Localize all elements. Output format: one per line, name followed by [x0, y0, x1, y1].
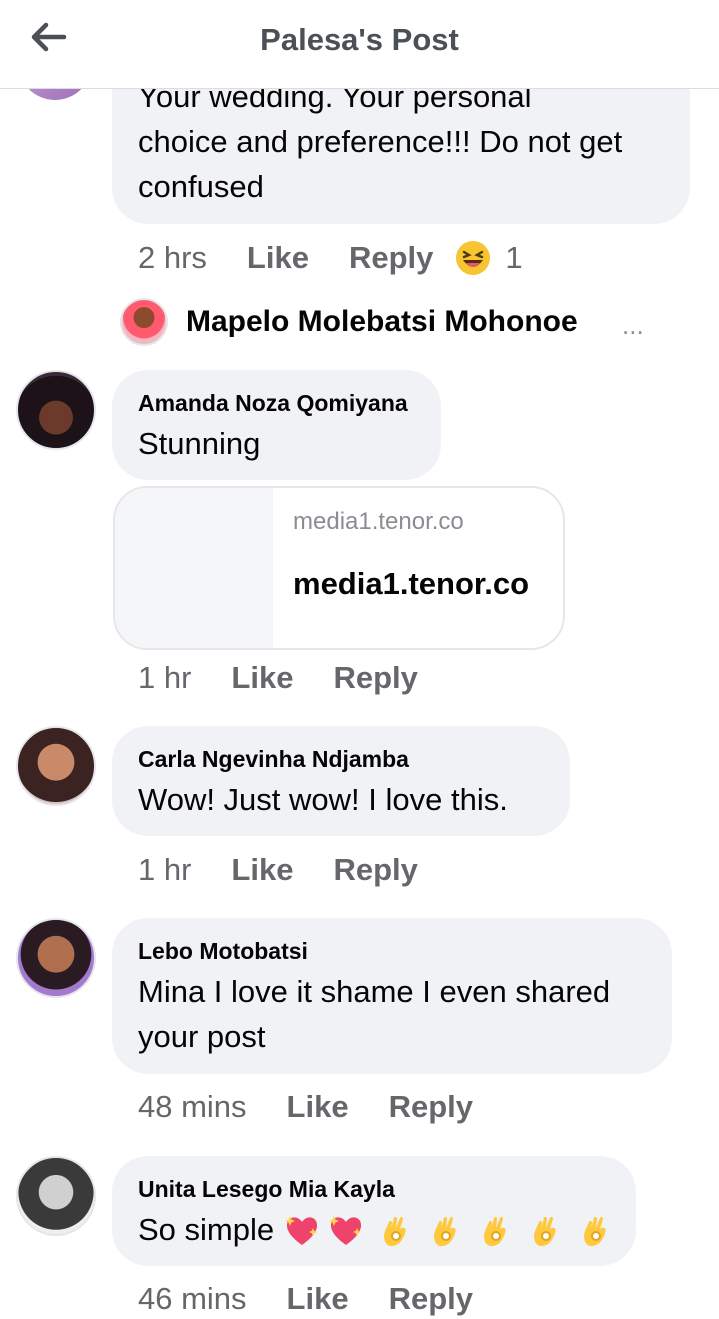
comment-bubble: Unita Lesego Mia Kayla So simple: [112, 1156, 636, 1266]
sparkling-heart-emoji: [329, 1215, 362, 1245]
comment-bubble: Lebo Motobatsi Mina I love it shame I ev…: [112, 918, 672, 1074]
comment-text: Wow! Just wow! I love this.: [138, 782, 508, 817]
like-button[interactable]: Like: [247, 240, 309, 276]
emoji-row: [282, 1210, 616, 1250]
comment-actions: 1 hr Like Reply: [138, 660, 418, 696]
ok-hand-emoji: [584, 1216, 606, 1246]
comment-bubble: Carla Ngevinha Ndjamba Wow! Just wow! I …: [112, 726, 570, 836]
like-button[interactable]: Like: [287, 1281, 349, 1317]
ok-hand-emoji: [434, 1216, 456, 1246]
timestamp: 1 hr: [138, 660, 192, 695]
comment-text: Stunning: [138, 426, 261, 461]
comment-text-line: choice and preference!!! Do not get: [138, 124, 623, 159]
like-button[interactable]: Like: [231, 852, 293, 888]
ok-hand-emoji: [534, 1216, 556, 1246]
comment-text-line: Mina I love it shame I even shared: [138, 974, 611, 1009]
comment-bubble: Amanda Noza Qomiyana Stunning: [112, 370, 441, 480]
reply-preview-name[interactable]: Mapelo Molebatsi Mohonoe: [186, 305, 578, 339]
reply-button[interactable]: Reply: [333, 852, 417, 888]
link-preview-card[interactable]: media1.tenor.co media1.tenor.co: [113, 486, 565, 650]
ok-hand-emoji: [484, 1216, 506, 1246]
comment-actions: 48 mins Like Reply: [138, 1089, 473, 1125]
laughing-reaction-icon[interactable]: [455, 240, 491, 276]
comment-text-line: your post: [138, 1019, 266, 1054]
comment-text: So simple: [138, 1212, 275, 1247]
like-button[interactable]: Like: [287, 1089, 349, 1125]
link-thumbnail: [115, 488, 273, 648]
timestamp: 2 hrs: [138, 240, 207, 275]
timestamp: 48 mins: [138, 1089, 247, 1124]
link-domain: media1.tenor.co: [293, 508, 464, 535]
reply-button[interactable]: Reply: [389, 1089, 473, 1125]
ok-hand-emoji: [384, 1216, 406, 1246]
reply-button[interactable]: Reply: [389, 1281, 473, 1317]
like-button[interactable]: Like: [231, 660, 293, 696]
avatar[interactable]: [16, 726, 96, 806]
avatar[interactable]: [120, 298, 168, 346]
timestamp: 1 hr: [138, 852, 192, 887]
commenter-name[interactable]: Carla Ngevinha Ndjamba: [138, 746, 409, 773]
avatar[interactable]: [16, 370, 96, 450]
page-title: Palesa's Post: [260, 22, 459, 57]
commenter-name[interactable]: Amanda Noza Qomiyana: [138, 390, 408, 417]
timestamp: 46 mins: [138, 1281, 247, 1316]
comment-actions: 46 mins Like Reply: [138, 1281, 473, 1317]
commenter-name[interactable]: Unita Lesego Mia Kayla: [138, 1176, 395, 1203]
commenter-name[interactable]: Lebo Motobatsi: [138, 938, 308, 965]
link-title: media1.tenor.co: [293, 566, 530, 601]
top-bar: Palesa's Post: [0, 0, 719, 89]
more-dots[interactable]: ...: [622, 310, 644, 341]
reply-button[interactable]: Reply: [333, 660, 417, 696]
avatar[interactable]: [16, 1156, 96, 1236]
comment-text-line: confused: [138, 169, 264, 204]
reaction-count: 1: [505, 240, 523, 275]
avatar[interactable]: [16, 918, 96, 998]
comment-actions: 1 hr Like Reply: [138, 852, 418, 888]
sparkling-heart-emoji: [285, 1215, 318, 1245]
comment-actions: 2 hrs Like Reply 1: [138, 240, 523, 276]
reply-button[interactable]: Reply: [349, 240, 433, 276]
